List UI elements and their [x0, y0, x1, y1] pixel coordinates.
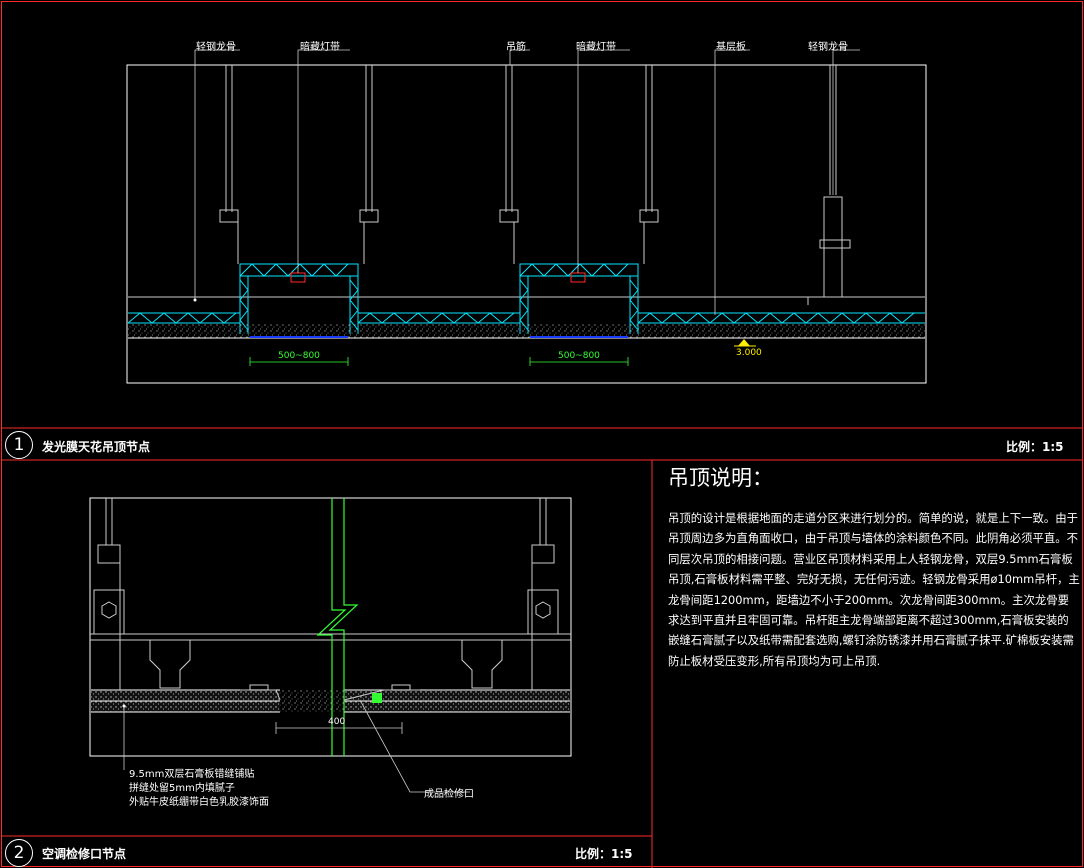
detail2-drawing	[89, 497, 572, 793]
d1-elevation: 3.000	[736, 348, 762, 358]
d1-dim-left: 500~800	[278, 351, 320, 361]
notes-title: 吊顶说明：	[668, 466, 773, 490]
d2-dim: 400	[328, 717, 346, 727]
d2-note-line-1: 9.5mm双层石膏板错缝铺贴	[129, 769, 255, 780]
d1-label-base-board: 基层板	[716, 42, 746, 53]
notes-body: 吊顶的设计是根据地面的走道分区来进行划分的。简单的说，就是上下一致。由于吊顶周边…	[668, 511, 1080, 668]
d1-label-steel-keel-left: 轻钢龙骨	[196, 42, 236, 53]
d1-label-hidden-light-left: 暗藏灯带	[300, 42, 340, 53]
d2-note-line-3: 外贴牛皮纸绷带白色乳胶漆饰面	[129, 797, 269, 808]
detail2-title: 空调检修口节点	[42, 847, 127, 861]
d1-dim-right: 500~800	[558, 351, 600, 361]
detail1-number: 1	[5, 431, 33, 459]
d1-label-hidden-light-right: 暗藏灯带	[576, 42, 616, 53]
detail2-number: 2	[5, 839, 33, 867]
d2-access-label: 成品检修口	[424, 789, 474, 800]
d2-note-line-2: 拼缝处留5mm内填腻子	[129, 783, 235, 794]
detail1-drawing	[126, 49, 927, 384]
d1-label-steel-keel-right: 轻钢龙骨	[808, 42, 848, 53]
detail1-scale: 比例：1:5	[1006, 440, 1064, 454]
cad-drawing-canvas	[1, 1, 1083, 868]
d1-label-hanger-rod: 吊筋	[506, 42, 526, 53]
detail1-title: 发光膜天花吊顶节点	[42, 440, 151, 454]
sheet-frame	[1, 1, 1083, 868]
detail2-scale: 比例：1:5	[575, 847, 633, 861]
